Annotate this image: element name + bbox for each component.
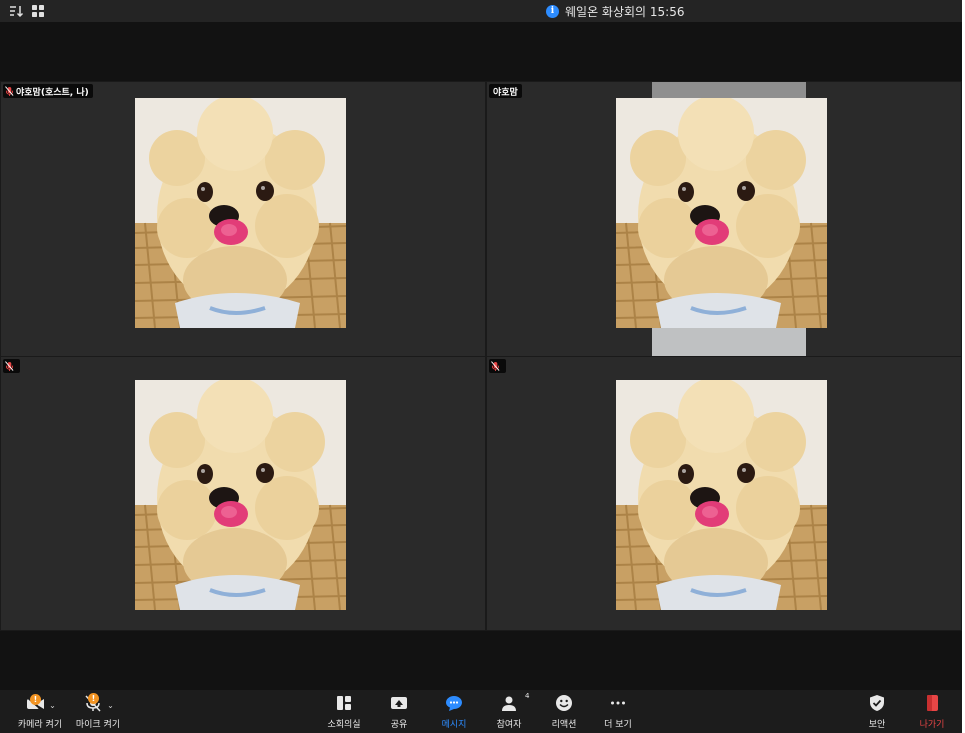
participants-count: 4 bbox=[525, 692, 530, 700]
video-edge-top bbox=[652, 82, 806, 98]
warning-badge: ! bbox=[88, 693, 99, 704]
video-tile-4[interactable] bbox=[487, 357, 961, 630]
leave-label: 나가기 bbox=[919, 720, 945, 730]
participant-label: 야호맘(호스트, 나) bbox=[3, 84, 93, 98]
sort-icon[interactable] bbox=[8, 3, 24, 19]
participant-video bbox=[616, 380, 827, 610]
security-label: 보안 bbox=[868, 720, 886, 730]
warning-badge: ! bbox=[30, 694, 41, 705]
bottom-spacer bbox=[0, 631, 962, 690]
leave-button[interactable]: 나가기 bbox=[914, 690, 950, 733]
meeting-window: i 웨일온 화상회의 15:56 야호맘(호스트, 나) 야호맘 ⌄ ! 카메라… bbox=[0, 0, 962, 733]
muted-mic-icon bbox=[5, 85, 14, 96]
reactions-button[interactable]: 리액션 bbox=[545, 690, 583, 733]
participant-name: 야호맘(호스트, 나) bbox=[16, 87, 89, 98]
security-button[interactable]: 보안 bbox=[860, 690, 894, 733]
participant-name: 야호맘 bbox=[493, 87, 518, 98]
mic-button[interactable]: ⌄ ! 마이크 켜기 bbox=[72, 690, 124, 733]
camera-label: 카메라 켜기 bbox=[17, 720, 63, 730]
participant-video bbox=[616, 98, 827, 328]
video-tile-2[interactable]: 야호맘 bbox=[487, 82, 961, 356]
participant-label bbox=[3, 359, 20, 373]
video-tile-1[interactable]: 야호맘(호스트, 나) bbox=[1, 82, 485, 356]
camera-button[interactable]: ⌄ ! 카메라 켜기 bbox=[14, 690, 66, 733]
chevron-down-icon[interactable]: ⌄ bbox=[49, 701, 56, 710]
video-edge-bottom bbox=[652, 328, 806, 356]
gallery-view-icon[interactable] bbox=[30, 3, 46, 19]
meeting-title[interactable]: i 웨일온 화상회의 15:56 bbox=[546, 3, 685, 19]
smiley-icon bbox=[556, 695, 572, 711]
chevron-down-icon[interactable]: ⌄ bbox=[107, 701, 114, 710]
meeting-toolbar: ⌄ ! 카메라 켜기 ⌄ ! 마이크 켜기 소회의실 공유 메시지 4 참여자 … bbox=[0, 690, 962, 733]
shield-icon bbox=[870, 695, 884, 711]
participant-video bbox=[135, 98, 346, 328]
reactions-label: 리액션 bbox=[551, 720, 577, 730]
muted-mic-icon bbox=[491, 360, 500, 371]
breakout-rooms-button[interactable]: 소회의실 bbox=[322, 690, 366, 733]
title-bar: i 웨일온 화상회의 15:56 bbox=[0, 0, 962, 22]
participants-button[interactable]: 4 참여자 bbox=[490, 690, 530, 733]
video-tile-3[interactable] bbox=[1, 357, 485, 630]
chat-icon bbox=[446, 696, 462, 711]
share-label: 공유 bbox=[390, 720, 408, 730]
breakout-rooms-icon bbox=[337, 696, 351, 710]
more-label: 더 보기 bbox=[604, 720, 632, 730]
mic-label: 마이크 켜기 bbox=[75, 720, 121, 730]
share-button[interactable]: 공유 bbox=[380, 690, 418, 733]
participant-label: 야호맘 bbox=[489, 84, 522, 98]
top-spacer bbox=[0, 22, 962, 81]
more-icon bbox=[611, 701, 625, 705]
participant-video bbox=[135, 380, 346, 610]
participants-icon bbox=[502, 696, 516, 711]
info-icon[interactable]: i bbox=[546, 4, 559, 18]
meeting-title-text: 웨일온 화상회의 15:56 bbox=[565, 4, 685, 19]
leave-door-icon bbox=[927, 695, 938, 711]
chat-label: 메시지 bbox=[441, 720, 467, 730]
participants-label: 참여자 bbox=[496, 720, 522, 730]
chat-button[interactable]: 메시지 bbox=[434, 690, 474, 733]
more-button[interactable]: 더 보기 bbox=[598, 690, 638, 733]
muted-mic-icon bbox=[5, 360, 14, 371]
participant-label bbox=[489, 359, 506, 373]
share-screen-icon bbox=[391, 697, 407, 709]
breakout-rooms-label: 소회의실 bbox=[327, 720, 361, 730]
